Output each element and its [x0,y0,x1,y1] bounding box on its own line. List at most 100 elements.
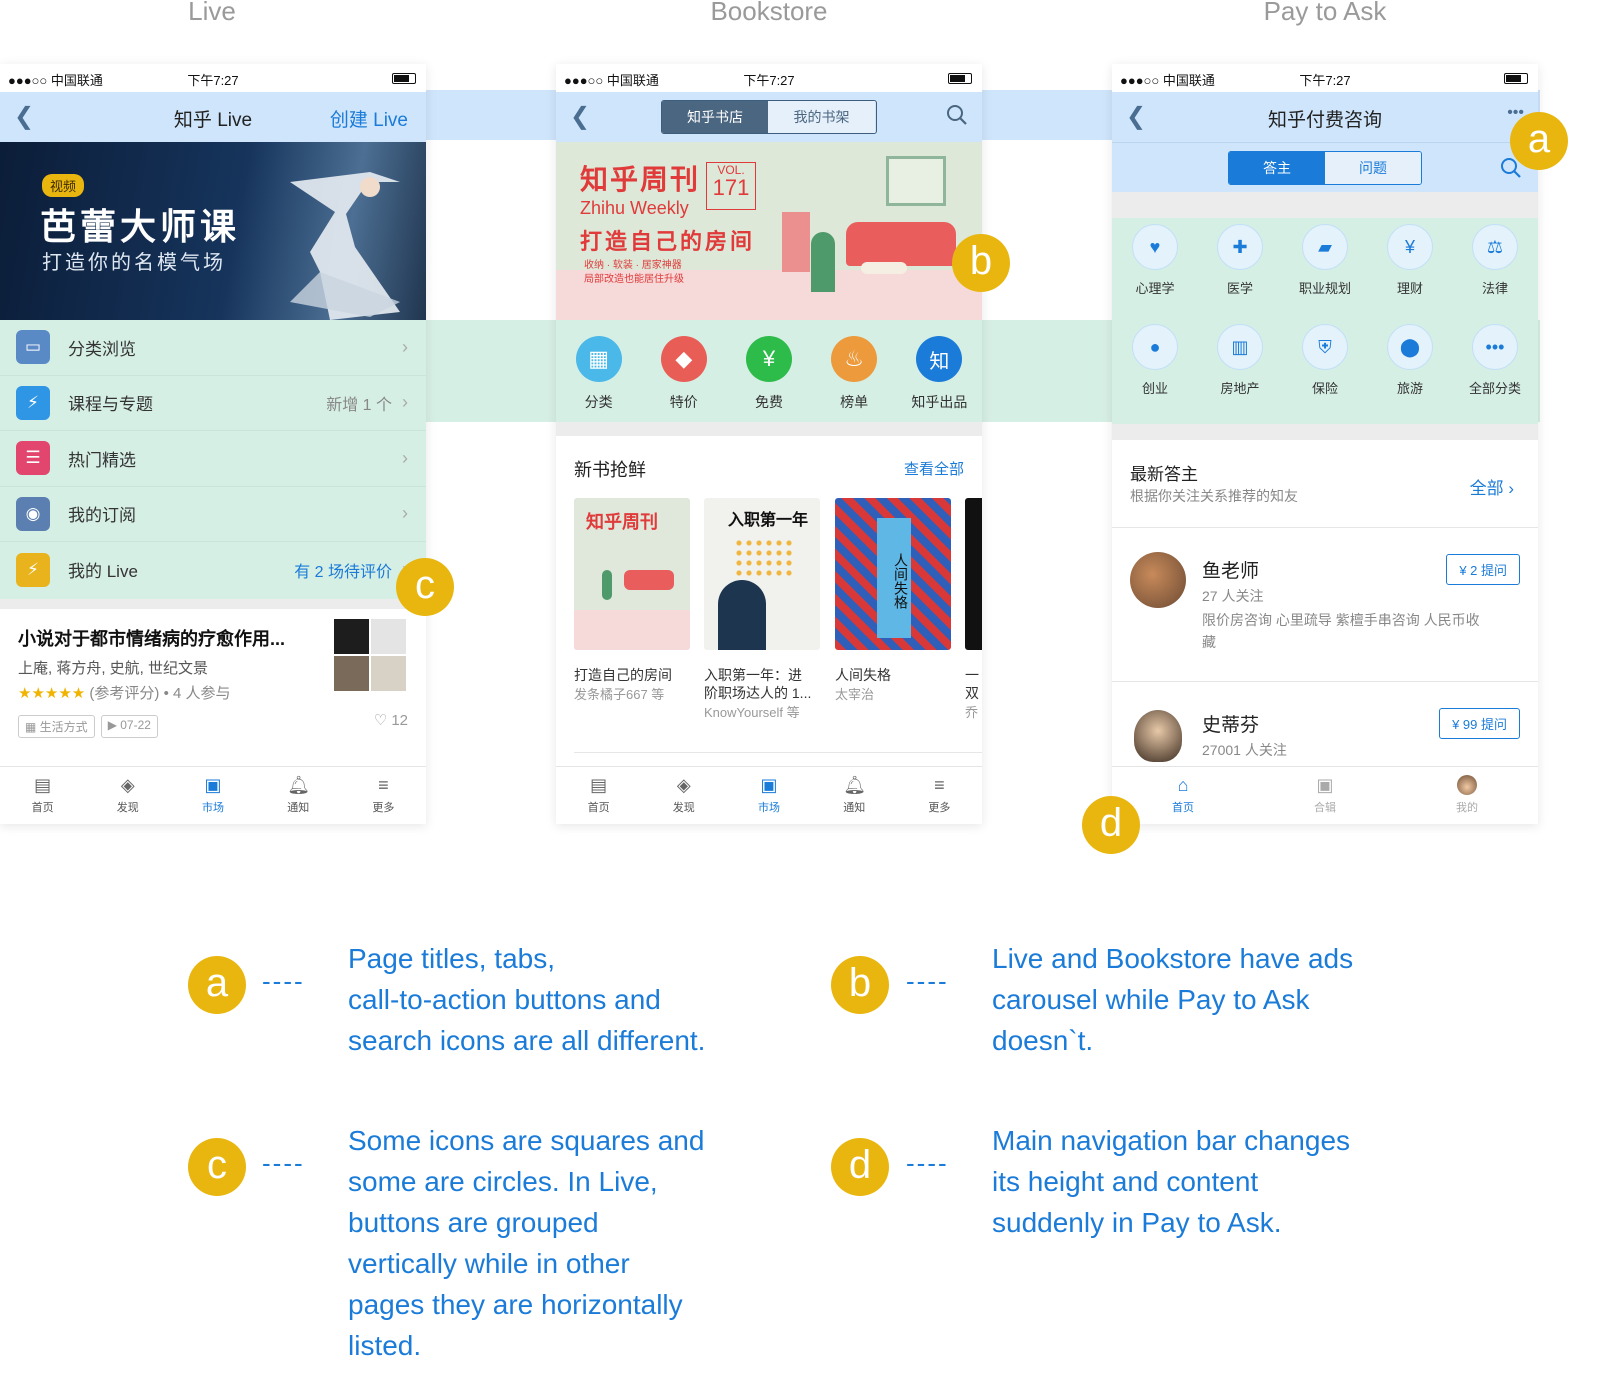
book-cover-weekly[interactable]: 知乎周刊 [574,498,690,650]
tag-label: 07-22 [120,718,151,732]
category-zhihu[interactable]: 知知乎出品 [899,336,979,422]
section-divider [574,752,982,753]
category-label: 全部分类 [1468,381,1521,396]
tab-bar: ▤ 首页 ◈ 发现 ▣ 市场 🔔︎ 通知 ≡ 更多 [0,766,426,824]
chevron-right-icon: › [402,336,408,357]
shield-icon: ⛨ [1302,324,1348,370]
tab-notify[interactable]: 🔔︎ 通知 [812,767,897,824]
category-travel[interactable]: ⬤ 旅游 [1367,324,1453,397]
category-ranking[interactable]: ♨ 榜单 [814,336,894,422]
banner-tag: 视频 [42,174,85,197]
tab-more[interactable]: ≡ 更多 [897,767,982,824]
rating-meta: (参考评分) • 4 人参与 [89,685,231,702]
card-thumbnail [334,619,406,691]
legend-badge-a: a [188,956,246,1014]
banner-headline: 打造自己的房间 [580,229,756,254]
tab-home[interactable]: ▤ 首页 [556,767,641,824]
bell-icon: 🔔︎ [843,775,867,795]
live-banner[interactable]: 视频 芭蕾大师课 打造你的名模气场 [0,142,426,320]
tab-more[interactable]: ≡ 更多 [341,767,426,824]
building-icon: ▥ [1217,324,1263,370]
latest-answerers-header: 最新答主 根据你关注关系推荐的知友 全部 › [1112,440,1538,528]
tab-discover[interactable]: ◈ 发现 [641,767,726,824]
tab-label: 首页 [1172,802,1194,814]
tab-market[interactable]: ▣ 市场 [170,767,255,824]
category-all[interactable]: ••• 全部分类 [1452,324,1538,397]
status-bar: ●●●○○ 中国联通 下午7:27 [556,64,982,92]
book-cover-partial[interactable] [965,498,982,650]
tab-label: 市场 [202,802,224,814]
note-c: Some icons are squares and some are circ… [348,1120,704,1366]
note-d: Main navigation bar changes its height a… [992,1120,1350,1243]
back-icon[interactable]: ❮ [570,102,590,130]
note-line: its height and content [992,1166,1259,1197]
tab-label: 首页 [587,802,610,814]
tab-bookstore[interactable]: 知乎书店 [662,101,768,133]
section-title: 新书抢鲜 [574,460,646,480]
see-all-link[interactable]: 全部 › [1470,474,1514,499]
category-insurance[interactable]: ⛨ 保险 [1282,324,1368,397]
tab-answerers[interactable]: 答主 [1229,152,1325,184]
category-label: 知乎出品 [911,394,968,410]
create-live-button[interactable]: 创建 Live [330,105,408,132]
category-law[interactable]: ⚖ 法律 [1452,224,1538,297]
category-classify[interactable]: ▦ 分类 [559,336,639,422]
tag-lifestyle[interactable]: ▦ 生活方式 [18,715,95,738]
chevron-right-icon: › [402,503,408,524]
tag-date[interactable]: ▶ 07-22 [100,715,158,738]
tab-home[interactable]: ▤ 首页 [0,767,85,824]
dancer-image [250,152,420,320]
tab-collection[interactable]: ▣ 合辑 [1254,767,1396,824]
book-author: 太宰治 [835,687,875,702]
category-real-estate[interactable]: ▥ 房地产 [1197,324,1283,397]
category-label: 创业 [1141,381,1168,396]
tab-label: 首页 [31,802,54,814]
zhihu-icon: 知 [916,336,963,382]
category-psychology[interactable]: ♥ 心理学 [1112,224,1198,297]
tab-discover[interactable]: ◈ 发现 [85,767,170,824]
live-phone: ●●●○○ 中国联通 下午7:27 ❮ 知乎 Live 创建 Live 视频 芭… [0,64,426,824]
category-career[interactable]: ▰ 职业规划 [1282,224,1368,297]
cover-text: 知乎周刊 [586,512,658,532]
tab-mine[interactable]: 我的 [1396,767,1538,824]
answerer-row[interactable]: 鱼老师 27 人关注 限价房咨询 心里疏导 紫檀手串咨询 人民币收 藏 ¥ 2 … [1112,528,1538,682]
like-button[interactable]: ♡ 12 [374,711,408,729]
category-free[interactable]: ¥ 免费 [729,336,809,422]
category-discount[interactable]: ◆ 特价 [644,336,724,422]
menu-item-category[interactable]: ▭ 分类浏览 › [0,320,426,376]
pay-tab-strip: 答主 问题 [1112,142,1538,192]
ask-button[interactable]: ¥ 2 提问 [1446,554,1520,585]
tab-questions[interactable]: 问题 [1325,152,1421,184]
tab-bookshelf[interactable]: 我的书架 [768,101,875,133]
category-label: 分类 [584,394,613,410]
menu-item-label: 我的 Live [68,562,138,582]
tab-label: 更多 [372,802,395,814]
category-startup[interactable]: ● 创业 [1112,324,1198,397]
live-navbar: ❮ 知乎 Live 创建 Live [0,92,426,142]
menu-item-subscription[interactable]: ◉ 我的订阅 › [0,487,426,542]
menu-item-my-live[interactable]: ⚡ 我的 Live 有 2 场待评价 › [0,542,426,598]
category-label: 保险 [1311,381,1338,396]
book-cover-no-longer-human[interactable]: 人间失格 [835,498,951,650]
category-medicine[interactable]: ✚ 医学 [1197,224,1283,297]
menu-item-hot[interactable]: ☰ 热门精选 › [0,431,426,487]
tab-notify[interactable]: 🔔︎ 通知 [256,767,341,824]
category-finance[interactable]: ¥ 理财 [1367,224,1453,297]
ask-button[interactable]: ¥ 99 提问 [1439,708,1520,739]
menu-icon: ≡ [934,775,945,795]
document-icon: ▤ [34,775,52,795]
search-icon[interactable] [946,104,968,126]
book-cover-first-year[interactable]: 入职第一年 [704,498,820,650]
menu-item-courses[interactable]: ⚡ 课程与专题 新增 1 个 › [0,376,426,431]
bookstore-banner[interactable]: 知乎周刊 VOL. 171 Zhihu Weekly 打造自己的房间 收纳 · … [556,142,982,320]
new-books-section: 新书抢鲜 查看全部 知乎周刊 入职第一年 人间失格 打造自己的房间 发条橘子66… [556,436,982,766]
tab-label: 发现 [672,802,695,814]
live-card[interactable]: 小说对于都市情绪病的疗愈作用... 上庵, 蒋方舟, 史航, 世纪文景 ★★★★… [0,609,426,759]
bookstore-navbar: ❮ 知乎书店 我的书架 [556,92,982,142]
tab-label: 合辑 [1314,802,1336,814]
see-all-link[interactable]: 查看全部 [904,458,964,479]
live-gap [0,599,426,609]
pay-segment: 答主 问题 [1228,151,1422,185]
ellipsis-icon: ••• [1472,324,1518,370]
tab-market[interactable]: ▣ 市场 [726,767,811,824]
